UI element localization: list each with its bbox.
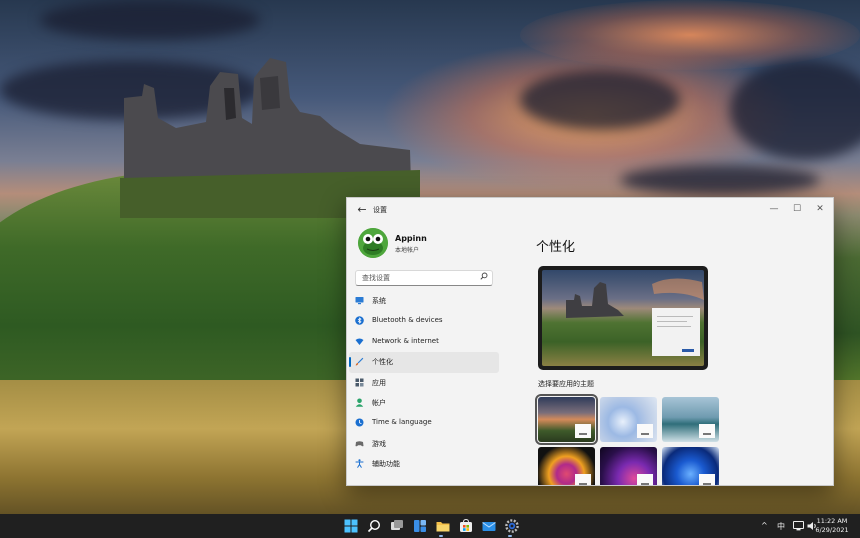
system-clock[interactable]: 11:22 AM 6/29/2021 — [812, 517, 852, 535]
globe-clock-icon — [355, 418, 364, 427]
search-icon[interactable] — [367, 519, 381, 533]
theme-lake[interactable] — [662, 397, 719, 442]
running-indicator — [439, 535, 443, 537]
castle-ruins — [120, 58, 420, 218]
sidebar-item-accounts[interactable]: 帐户 — [349, 393, 499, 413]
gamepad-icon — [355, 439, 364, 448]
sidebar-item-label: 游戏 — [372, 439, 386, 448]
nav-list: 系统 Bluetooth & devices Network & interne… — [349, 291, 499, 475]
network-icon[interactable] — [793, 521, 804, 533]
file-explorer-icon[interactable] — [436, 519, 450, 533]
start-icon[interactable] — [344, 519, 358, 533]
sidebar-item-network[interactable]: Network & internet — [349, 332, 499, 352]
sidebar-item-accessibility[interactable]: 辅助功能 — [349, 454, 499, 474]
sidebar: Appinn 本地帐户 查找设置 系统 Bluetooth & devices … — [347, 222, 507, 485]
theme-dark-bloom[interactable] — [662, 447, 719, 485]
clock-date: 6/29/2021 — [815, 526, 849, 534]
themes-label: 选择要应用的主题 — [538, 380, 594, 388]
back-button[interactable]: ← — [355, 203, 369, 217]
search-icon[interactable] — [480, 272, 488, 282]
title-bar: ← 设置 — ☐ ✕ — [347, 198, 833, 222]
avatar[interactable] — [358, 228, 388, 258]
minimize-button[interactable]: — — [763, 201, 785, 217]
account-icon — [355, 398, 364, 407]
sidebar-item-label: 个性化 — [372, 358, 393, 367]
theme-light-bloom[interactable] — [600, 397, 657, 442]
account-type: 本地帐户 — [395, 247, 420, 254]
theme-glow[interactable] — [600, 447, 657, 485]
sidebar-item-system[interactable]: 系统 — [349, 291, 499, 311]
search-input[interactable]: 查找设置 — [355, 270, 493, 286]
task-view-icon[interactable] — [390, 519, 404, 533]
maximize-button[interactable]: ☐ — [786, 201, 808, 217]
sidebar-item-label: 应用 — [372, 378, 386, 387]
sidebar-item-label: Bluetooth & devices — [372, 316, 443, 325]
widgets-icon[interactable] — [413, 519, 427, 533]
frog-avatar-icon — [358, 228, 388, 258]
sidebar-item-time-language[interactable]: Time & language — [349, 413, 499, 433]
mail-icon[interactable] — [482, 519, 496, 533]
brush-icon — [355, 357, 364, 366]
accessibility-icon — [355, 459, 364, 468]
preview-wallpaper — [542, 270, 704, 366]
input-method-indicator[interactable]: 中 — [777, 521, 785, 532]
sidebar-item-apps[interactable]: 应用 — [349, 373, 499, 393]
sidebar-item-label: 系统 — [372, 297, 386, 305]
clock-time: 11:22 AM — [816, 517, 848, 525]
preview-dialog — [652, 308, 700, 356]
apps-icon — [355, 378, 364, 387]
sidebar-item-gaming[interactable]: 游戏 — [349, 434, 499, 454]
close-button[interactable]: ✕ — [809, 201, 831, 217]
sidebar-item-label: Network & internet — [372, 336, 439, 345]
sidebar-item-label: 辅助功能 — [372, 460, 400, 469]
cloud — [520, 70, 680, 130]
window-title: 设置 — [373, 206, 387, 214]
system-icon — [355, 296, 364, 305]
theme-preview — [538, 266, 708, 370]
bluetooth-icon — [355, 316, 364, 326]
sidebar-item-bluetooth[interactable]: Bluetooth & devices — [349, 311, 499, 331]
search-placeholder: 查找设置 — [362, 274, 390, 282]
main-content: 个性化 选择要应用的主题 — [527, 222, 833, 485]
user-name: Appinn — [395, 234, 427, 243]
taskbar: ^ 中 11:22 AM 6/29/2021 — [0, 514, 860, 538]
cloud — [620, 165, 820, 195]
sidebar-item-label: Time & language — [372, 418, 432, 427]
show-hidden-icons-button[interactable]: ^ — [761, 521, 768, 530]
sidebar-item-personalization[interactable]: 个性化 — [349, 352, 499, 373]
settings-window: ← 设置 — ☐ ✕ Appinn 本地帐户 查找设置 系统 Bluetooth… — [346, 197, 834, 486]
network-icon — [355, 337, 364, 346]
running-indicator — [508, 535, 512, 537]
settings-icon[interactable] — [505, 519, 519, 533]
page-title: 个性化 — [536, 240, 576, 255]
theme-sunset-castle[interactable] — [535, 394, 598, 445]
theme-captured-motion[interactable] — [538, 447, 595, 485]
sidebar-item-label: 帐户 — [372, 398, 386, 407]
store-icon[interactable] — [459, 518, 473, 533]
cloud — [40, 0, 260, 40]
